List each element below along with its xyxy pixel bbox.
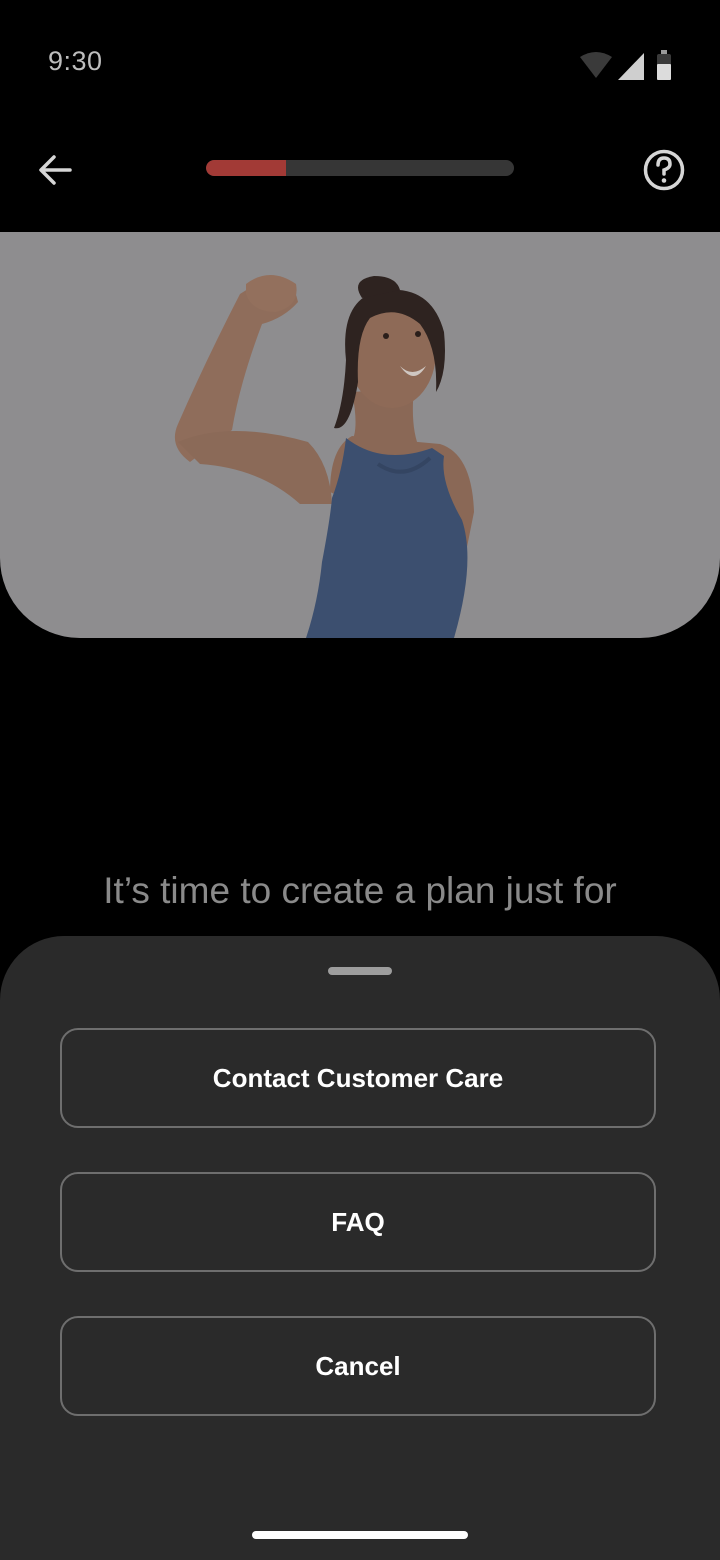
headline: It’s time to create a plan just for (103, 870, 617, 911)
faq-button[interactable]: FAQ (60, 1172, 656, 1272)
help-button[interactable] (636, 142, 692, 198)
signal-icon (618, 53, 644, 80)
woman-flexing-arm-photo (174, 275, 474, 638)
hero-image (0, 232, 720, 638)
wifi-icon (580, 52, 612, 78)
cancel-button[interactable]: Cancel (60, 1316, 656, 1416)
app-header (0, 120, 720, 232)
contact-customer-care-button[interactable]: Contact Customer Care (60, 1028, 656, 1128)
battery-icon (657, 50, 671, 80)
bottom-sheet: Contact Customer Care FAQ Cancel (0, 936, 720, 1560)
drag-handle[interactable] (328, 967, 392, 975)
status-icons-svg (580, 50, 671, 80)
back-button[interactable] (28, 142, 84, 198)
status-time: 9:30 (48, 46, 103, 76)
status-icons (580, 50, 672, 82)
question-circle-icon (643, 149, 685, 191)
progress-bar-fill (206, 160, 287, 176)
arrow-left-icon (39, 155, 72, 185)
progress-bar (206, 160, 514, 176)
status-bar: 9:30 (0, 0, 720, 120)
home-indicator[interactable] (252, 1531, 468, 1539)
